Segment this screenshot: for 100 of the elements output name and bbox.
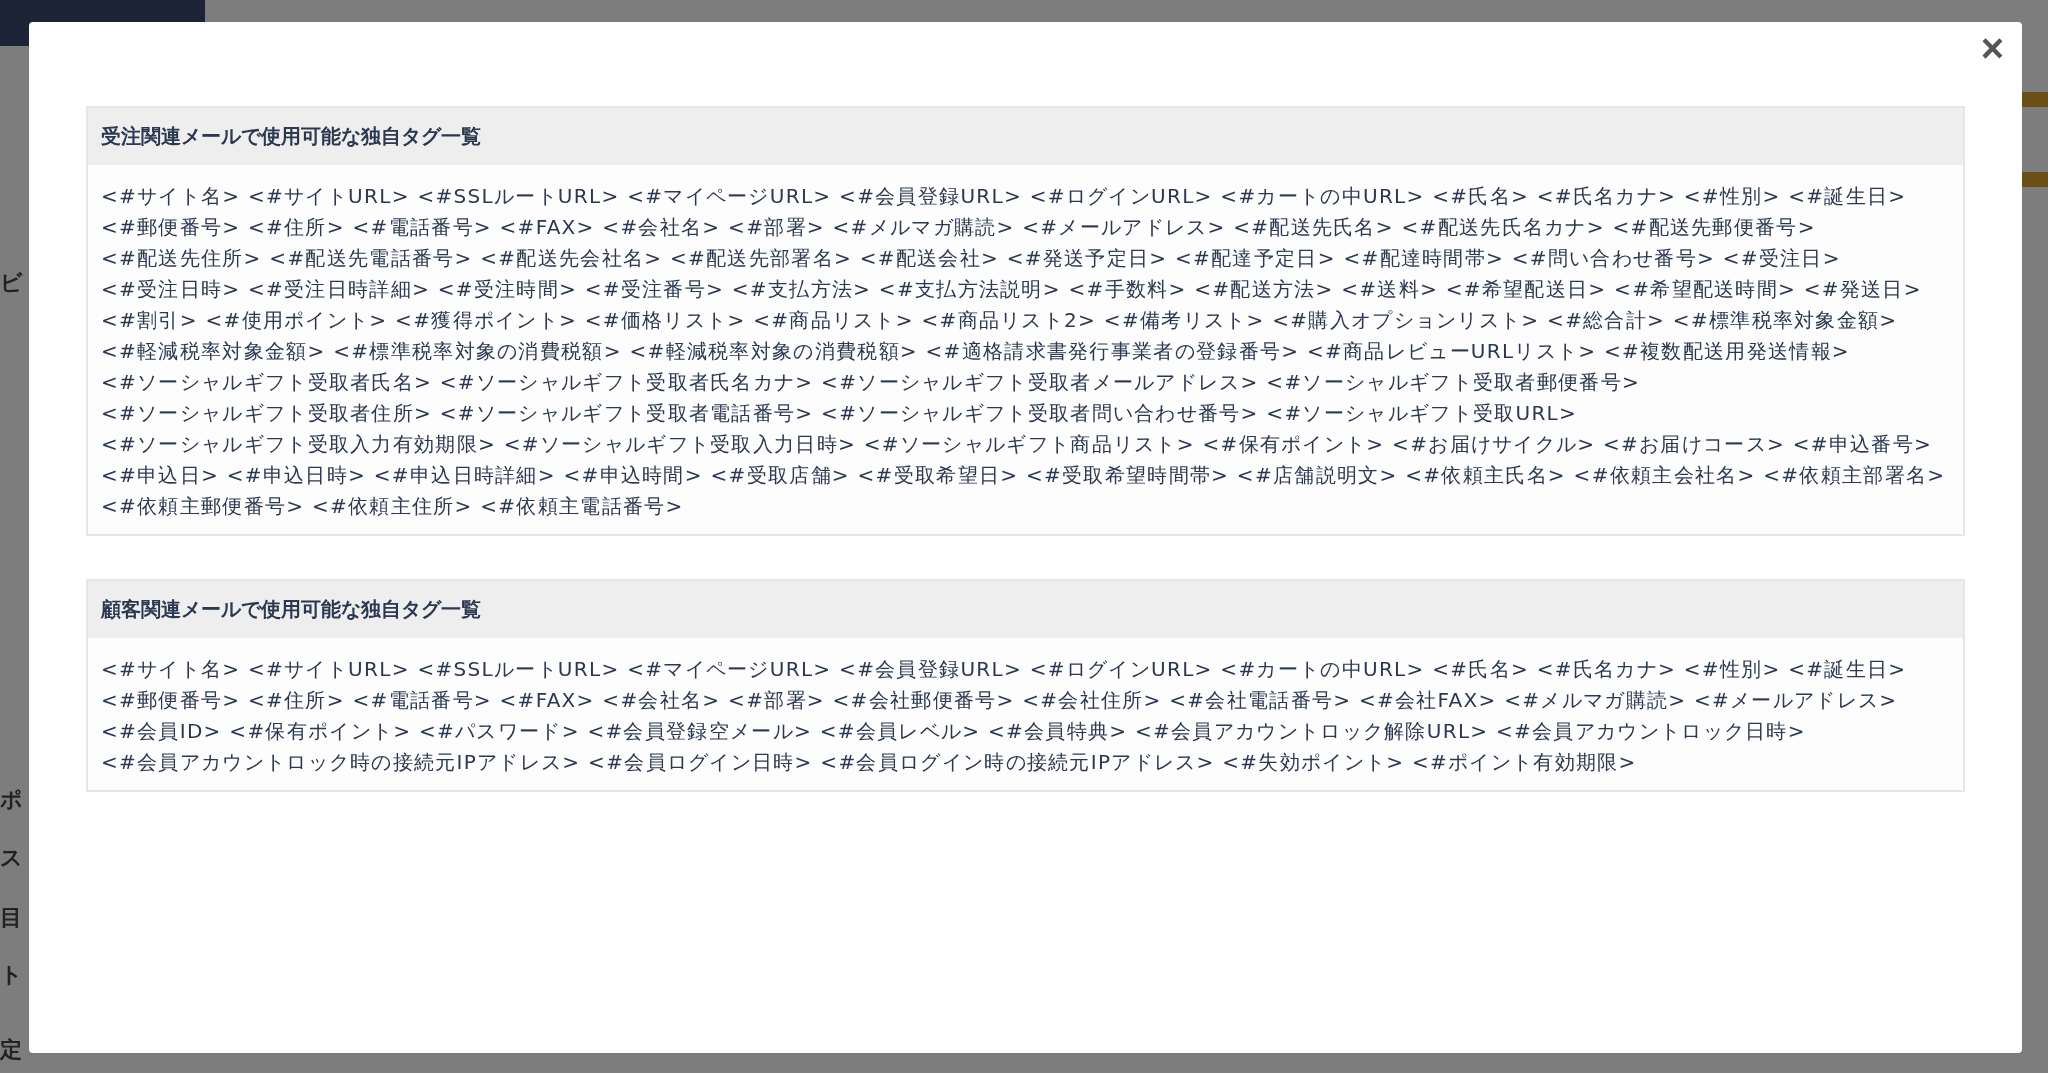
tag-text: <#サイト名> bbox=[101, 657, 241, 681]
tag-text: <#ソーシャルギフト受取者問い合わせ番号> bbox=[821, 401, 1259, 425]
tag-text: <#電話番号> bbox=[352, 688, 492, 712]
tag-text: <#お届けコース> bbox=[1603, 432, 1786, 456]
tag-text: <#ソーシャルギフト商品リスト> bbox=[863, 432, 1195, 456]
close-button[interactable]: × bbox=[1974, 28, 2010, 68]
tag-text: <#FAX> bbox=[499, 688, 595, 712]
tag-text: <#電話番号> bbox=[352, 215, 492, 239]
tag-text: <#依頼主氏名> bbox=[1405, 463, 1566, 487]
tag-text: <#配送先部署名> bbox=[669, 246, 852, 270]
tag-text: <#SSLルートURL> bbox=[417, 657, 620, 681]
tag-text: <#手数料> bbox=[1068, 277, 1187, 301]
tag-text: <#サイトURL> bbox=[248, 657, 410, 681]
tag-text: <#配送先氏名> bbox=[1233, 215, 1394, 239]
sidebar-label: ビ bbox=[0, 269, 23, 297]
tag-text: <#メールアドレス> bbox=[1693, 688, 1898, 712]
tag-text: <#会社郵便番号> bbox=[832, 688, 1015, 712]
tag-text: <#郵便番号> bbox=[101, 215, 241, 239]
tag-text: <#申込日時> bbox=[226, 463, 367, 487]
tag-text: <#ソーシャルギフト受取URL> bbox=[1266, 401, 1578, 425]
tag-text: <#お届けサイクル> bbox=[1392, 432, 1596, 456]
tag-text: <#会員登録URL> bbox=[839, 184, 1023, 208]
tag-text: <#総合計> bbox=[1547, 308, 1666, 332]
tag-text: <#割引> bbox=[101, 308, 198, 332]
tag-text: <#会員ログイン時の接続元IPアドレス> bbox=[820, 750, 1215, 774]
tag-text: <#メールアドレス> bbox=[1022, 215, 1226, 239]
sidebar-label: ポ bbox=[0, 786, 23, 814]
tag-text: <#郵便番号> bbox=[101, 688, 241, 712]
tag-text: <#会社FAX> bbox=[1358, 688, 1497, 712]
tag-text: <#ログインURL> bbox=[1029, 657, 1213, 681]
tag-text: <#価格リスト> bbox=[584, 308, 746, 332]
tag-text: <#購入オプションリスト> bbox=[1272, 308, 1540, 332]
tag-text: <#ソーシャルギフト受取者郵便番号> bbox=[1266, 370, 1641, 394]
tag-text: <#会員アカウントロック解除URL> bbox=[1135, 719, 1489, 743]
tag-text: <#受取店舗> bbox=[710, 463, 850, 487]
tag-text: <#氏名カナ> bbox=[1536, 184, 1677, 208]
tag-text: <#保有ポイント> bbox=[229, 719, 412, 743]
panel-title: 受注関連メールで使用可能な独自タグ一覧 bbox=[101, 124, 481, 148]
tag-text: <#依頼主住所> bbox=[311, 494, 473, 518]
tag-text: <#受取希望日> bbox=[857, 463, 1019, 487]
tag-text: <#問い合わせ番号> bbox=[1511, 246, 1716, 270]
tag-text: <#ソーシャルギフト受取入力有効期限> bbox=[101, 432, 496, 456]
tag-text: <#商品リスト2> bbox=[921, 308, 1097, 332]
tag-text: <#会社電話番号> bbox=[1169, 688, 1352, 712]
tag-text: <#サイト名> bbox=[101, 184, 241, 208]
tag-text: <#配送先郵便番号> bbox=[1612, 215, 1816, 239]
tag-text: <#マイページURL> bbox=[627, 184, 832, 208]
tag-text: <#ログインURL> bbox=[1029, 184, 1213, 208]
tag-text: <#配送先住所> bbox=[101, 246, 262, 270]
tag-text: <#性別> bbox=[1683, 184, 1781, 208]
tag-text: <#ポイント有効期限> bbox=[1411, 750, 1637, 774]
tag-text: <#商品レビューURLリスト> bbox=[1306, 339, 1597, 363]
tag-text: <#配送先会社名> bbox=[480, 246, 663, 270]
tag-text: <#受注日時> bbox=[101, 277, 241, 301]
tag-text: <#会員ログイン日時> bbox=[588, 750, 813, 774]
tag-text: <#受注番号> bbox=[584, 277, 725, 301]
tag-text: <#支払方法> bbox=[731, 277, 872, 301]
tag-text: <#カートの中URL> bbox=[1220, 184, 1425, 208]
tag-text: <#メルマガ購読> bbox=[1504, 688, 1687, 712]
tag-text: <#申込日時詳細> bbox=[373, 463, 556, 487]
tag-text: <#FAX> bbox=[499, 215, 595, 239]
tag-text: <#誕生日> bbox=[1788, 657, 1907, 681]
tag-text: <#標準税率対象金額> bbox=[1672, 308, 1898, 332]
tag-text: <#ソーシャルギフト受取者電話番号> bbox=[439, 401, 814, 425]
tag-text: <#メルマガ購読> bbox=[832, 215, 1015, 239]
tag-text: <#軽減税率対象金額> bbox=[101, 339, 326, 363]
tag-text: <#受注日時詳細> bbox=[248, 277, 431, 301]
tag-text: <#保有ポイント> bbox=[1202, 432, 1385, 456]
tag-text: <#ソーシャルギフト受取者住所> bbox=[101, 401, 433, 425]
tag-text: <#会員アカウントロック日時> bbox=[1496, 719, 1806, 743]
tag-text: <#使用ポイント> bbox=[205, 308, 388, 332]
tag-text: <#申込時間> bbox=[563, 463, 703, 487]
tag-text: <#店舗説明文> bbox=[1236, 463, 1398, 487]
sidebar-label: ス bbox=[0, 844, 23, 872]
tag-text: <#会社名> bbox=[602, 215, 721, 239]
tag-text: <#配達時間帯> bbox=[1343, 246, 1505, 270]
tag-text: <#氏名カナ> bbox=[1536, 657, 1677, 681]
tag-text: <#性別> bbox=[1683, 657, 1781, 681]
tag-text: <#複数配送用発送情報> bbox=[1604, 339, 1850, 363]
tag-text: <#部署> bbox=[728, 688, 825, 712]
tag-text: <#配達予定日> bbox=[1175, 246, 1336, 270]
tag-text: <#獲得ポイント> bbox=[395, 308, 578, 332]
tag-text: <#会社名> bbox=[602, 688, 721, 712]
tag-text: <#配送先電話番号> bbox=[269, 246, 473, 270]
tag-text: <#ソーシャルギフト受取者氏名> bbox=[101, 370, 433, 394]
panel-title: 顧客関連メールで使用可能な独自タグ一覧 bbox=[101, 597, 481, 621]
tag-text: <#ソーシャルギフト受取者氏名カナ> bbox=[439, 370, 814, 394]
tag-text: <#氏名> bbox=[1432, 657, 1530, 681]
tag-text: <#配送先氏名カナ> bbox=[1401, 215, 1605, 239]
tag-text: <#支払方法説明> bbox=[878, 277, 1061, 301]
tag-text: <#依頼主電話番号> bbox=[480, 494, 684, 518]
tag-text: <#住所> bbox=[248, 215, 345, 239]
tag-text: <#希望配送時間> bbox=[1614, 277, 1797, 301]
tag-text: <#パスワード> bbox=[419, 719, 580, 743]
tag-text: <#依頼主部署名> bbox=[1763, 463, 1946, 487]
sidebar-label: 定 bbox=[0, 1036, 22, 1064]
tag-text: <#氏名> bbox=[1432, 184, 1530, 208]
tag-text: <#住所> bbox=[248, 688, 345, 712]
tag-text: <#申込番号> bbox=[1792, 432, 1933, 456]
tag-text: <#配送方法> bbox=[1194, 277, 1334, 301]
